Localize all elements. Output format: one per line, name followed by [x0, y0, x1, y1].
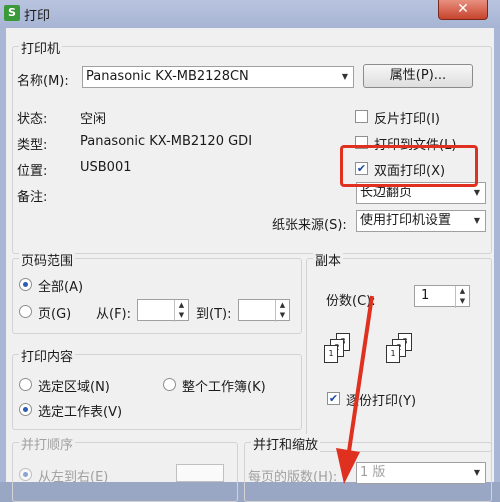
left-to-right-label: 从左到右(E) — [38, 470, 109, 485]
printer-name-label: 名称(M): — [17, 74, 69, 89]
sheet-label: 选定工作表(V) — [38, 405, 123, 420]
title-bar: S 打印 ✕ — [0, 0, 500, 28]
left-to-right-radio[interactable] — [19, 468, 32, 481]
chevron-down-icon: ▼ — [341, 72, 349, 81]
comment-label: 备注: — [17, 190, 48, 205]
from-label: 从(F): — [96, 307, 132, 322]
printer-name-select[interactable]: Panasonic KX-MB2128CN ▼ — [82, 66, 354, 88]
chevron-down-icon: ▼ — [473, 468, 481, 477]
workbook-radio[interactable] — [163, 378, 176, 391]
to-input[interactable]: ▲ ▼ — [238, 299, 290, 322]
print-content-title: 打印内容 — [19, 346, 76, 365]
location-value: USB001 — [80, 160, 132, 175]
reverse-print-checkbox[interactable] — [355, 110, 368, 123]
print-dialog: 打印机 名称(M): Panasonic KX-MB2128CN ▼ 属性(P)… — [0, 28, 500, 502]
print-order-title: 并打顺序 — [19, 434, 76, 453]
copies-count-value: 1 — [421, 288, 430, 303]
page-range-title: 页码范围 — [19, 250, 76, 269]
location-label: 位置: — [17, 164, 48, 179]
printer-name-value: Panasonic KX-MB2128CN — [86, 69, 249, 84]
to-spinner[interactable]: ▲ ▼ — [275, 300, 289, 322]
order-preview-icon — [176, 464, 224, 482]
page-range-pages-label: 页(G) — [38, 307, 72, 322]
page-range-pages-radio[interactable] — [19, 305, 32, 318]
merge-scale-title: 并打和缩放 — [251, 434, 321, 453]
workbook-label: 整个工作簿(K) — [182, 380, 266, 395]
reverse-print-label: 反片打印(I) — [374, 112, 440, 127]
duplex-mode-value: 长边翻页 — [360, 185, 413, 200]
to-label: 到(T): — [196, 307, 232, 322]
annotation-arrow-icon — [336, 295, 374, 484]
page-range-all-radio[interactable] — [19, 278, 32, 291]
sheet-radio[interactable] — [19, 403, 32, 416]
close-button[interactable]: ✕ — [438, 0, 488, 20]
from-input[interactable]: ▲ ▼ — [137, 299, 189, 322]
from-spinner[interactable]: ▲ ▼ — [174, 300, 188, 322]
pages-per-sheet-label: 每页的版数(H): — [248, 470, 338, 485]
copies-count-input[interactable]: 1 ▲ ▼ — [414, 285, 470, 308]
type-label: 类型: — [17, 138, 48, 153]
selection-label: 选定区域(N) — [38, 380, 110, 395]
properties-button[interactable]: 属性(P)... — [363, 64, 473, 88]
status-label: 状态: — [17, 112, 48, 127]
printer-group-title: 打印机 — [19, 38, 63, 57]
type-value: Panasonic KX-MB2120 GDI — [80, 134, 253, 149]
copies-spinner[interactable]: ▲ ▼ — [455, 286, 469, 308]
page-range-group: 页码范围 — [12, 250, 302, 334]
copies-title: 副本 — [313, 250, 344, 269]
paper-source-select[interactable]: 使用打印机设置 ▼ — [356, 210, 486, 232]
highlight-box — [340, 145, 478, 187]
app-icon: S — [4, 5, 20, 21]
chevron-down-icon: ▼ — [473, 216, 481, 225]
status-value: 空闲 — [80, 112, 107, 127]
paper-source-label: 纸张来源(S): — [272, 218, 347, 233]
page-range-all-label: 全部(A) — [38, 280, 84, 295]
window-title: 打印 — [24, 9, 51, 24]
paper-source-value: 使用打印机设置 — [360, 213, 452, 228]
selection-radio[interactable] — [19, 378, 32, 391]
